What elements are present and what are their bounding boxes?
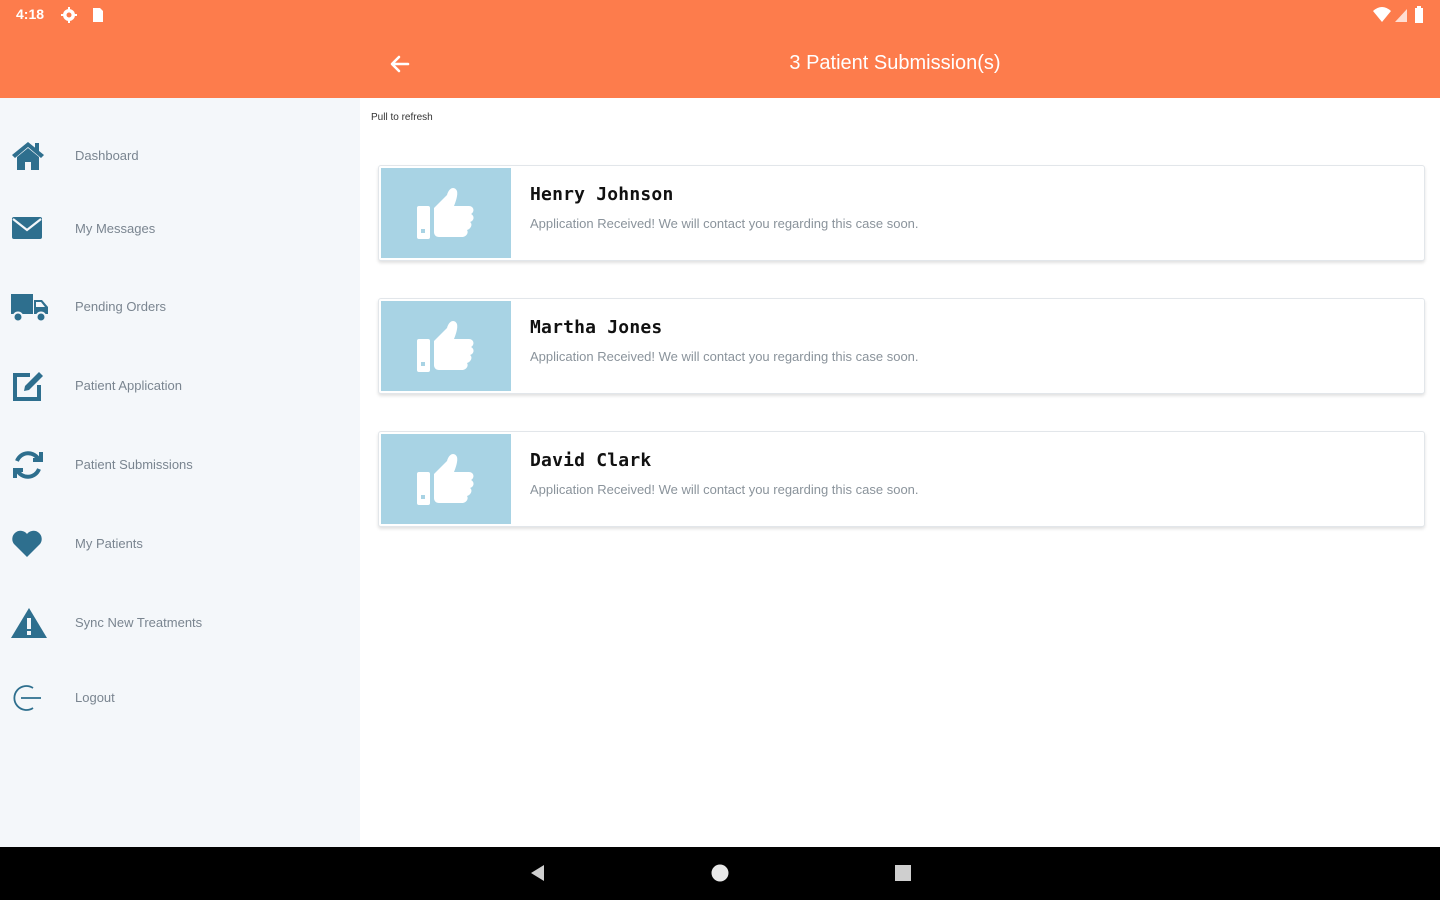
edit-icon xyxy=(10,368,46,404)
app-bar: 3 Patient Submission(s) xyxy=(0,30,1440,98)
sidebar-item-label: Patient Application xyxy=(75,378,182,393)
page-title: 3 Patient Submission(s) xyxy=(789,52,1001,74)
sidebar-item-label: Pending Orders xyxy=(75,299,167,314)
sidebar-item-my-messages[interactable]: My Messages xyxy=(0,199,360,259)
sidebar-item-label: Logout xyxy=(75,690,115,705)
arrow-left-icon[interactable] xyxy=(386,50,414,78)
submission-card-david-clark[interactable]: David Clark Application Received! We wil… xyxy=(378,431,1425,527)
submission-card-henry-johnson[interactable]: Henry Johnson Application Received! We w… xyxy=(378,165,1425,261)
warning-icon xyxy=(10,605,47,641)
gear-icon xyxy=(60,6,78,29)
submissions-list[interactable]: Pull to refresh Henry Johnson Applicatio… xyxy=(360,98,1440,847)
submission-thumbnail xyxy=(381,168,511,258)
signal-icon xyxy=(1394,6,1408,29)
recents-square-icon[interactable] xyxy=(893,863,913,888)
sidebar-item-patient-submissions[interactable]: Patient Submissions xyxy=(0,435,360,495)
submission-thumbnail xyxy=(381,301,511,391)
sidebar-item-label: Patient Submissions xyxy=(75,457,193,472)
pull-to-refresh-hint: Pull to refresh xyxy=(371,112,433,123)
sidebar-item-patient-application[interactable]: Patient Application xyxy=(0,356,360,416)
home-icon xyxy=(10,138,46,174)
sidebar-item-label: My Messages xyxy=(75,221,156,236)
status-bar: 4:18 xyxy=(0,0,1440,30)
submission-thumbnail xyxy=(381,434,511,524)
submission-card-martha-jones[interactable]: Martha Jones Application Received! We wi… xyxy=(378,298,1425,394)
truck-icon xyxy=(10,289,48,325)
refresh-icon xyxy=(10,447,46,483)
sidebar-item-pending-orders[interactable]: Pending Orders xyxy=(0,277,360,337)
patient-name: David Clark xyxy=(530,450,652,471)
sidebar: Dashboard My Messages Pending Orders Pat… xyxy=(0,98,360,847)
submission-status-message: Application Received! We will contact yo… xyxy=(530,482,919,497)
home-circle-icon[interactable] xyxy=(710,863,730,888)
sim-card-icon xyxy=(90,6,104,29)
submission-status-message: Application Received! We will contact yo… xyxy=(530,349,919,364)
envelope-icon xyxy=(10,211,46,247)
sidebar-item-sync-new-treatments[interactable]: Sync New Treatments xyxy=(0,593,360,653)
sidebar-item-dashboard[interactable]: Dashboard xyxy=(0,126,360,186)
sidebar-item-label: Dashboard xyxy=(75,148,139,163)
sidebar-item-my-patients[interactable]: My Patients xyxy=(0,514,360,574)
system-nav-bar xyxy=(0,847,1440,900)
status-time: 4:18 xyxy=(16,6,45,22)
heart-icon xyxy=(10,526,46,562)
wifi-icon xyxy=(1372,6,1392,29)
sidebar-item-logout[interactable]: Logout xyxy=(0,668,360,728)
battery-icon xyxy=(1414,6,1424,29)
submission-status-message: Application Received! We will contact yo… xyxy=(530,216,919,231)
back-triangle-icon[interactable] xyxy=(528,863,548,888)
patient-name: Martha Jones xyxy=(530,317,663,338)
patient-name: Henry Johnson xyxy=(530,184,674,205)
sidebar-item-label: Sync New Treatments xyxy=(75,615,203,630)
sidebar-item-label: My Patients xyxy=(75,536,143,551)
logout-icon xyxy=(10,680,46,716)
